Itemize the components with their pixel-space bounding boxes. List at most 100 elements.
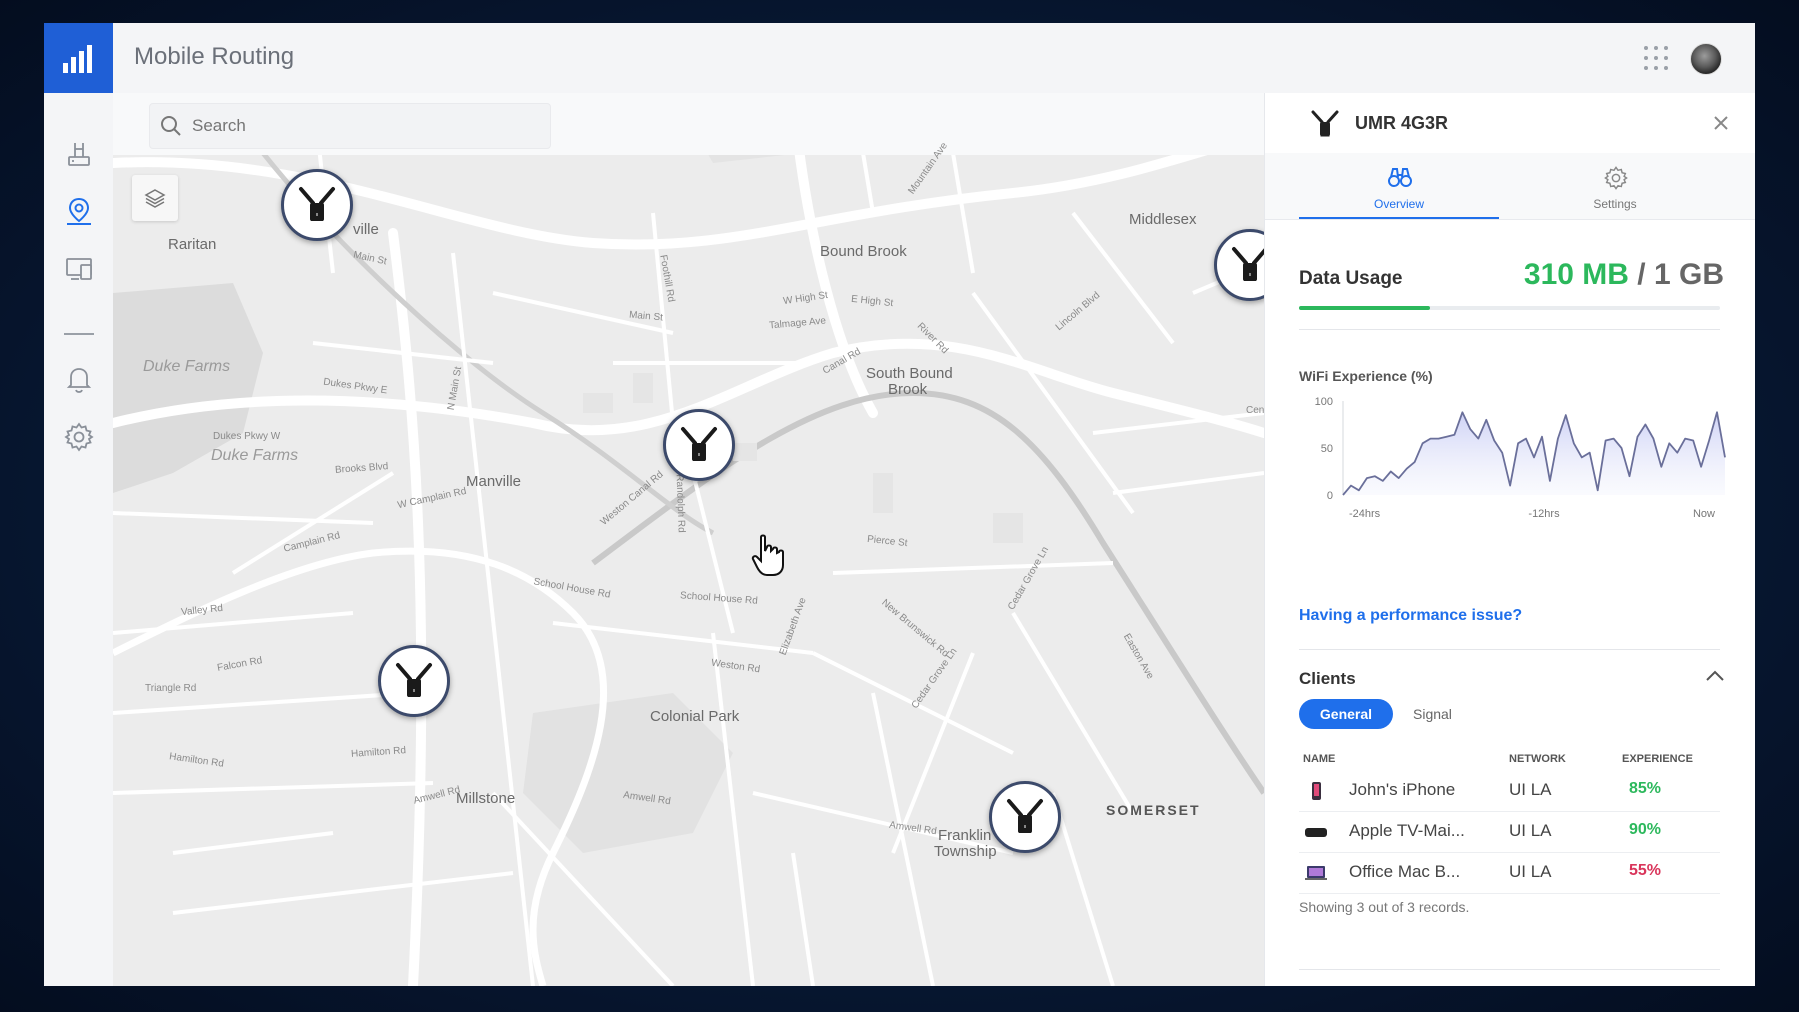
map-label: Triangle Rd [145, 683, 197, 694]
map-label: Raritan [168, 236, 217, 253]
search-bar[interactable] [149, 103, 551, 149]
map-label: Dukes Pkwy W [213, 431, 281, 442]
map-label: Bound Brook [820, 243, 907, 260]
filter-signal-button[interactable]: Signal [1413, 699, 1452, 729]
map-label: Franklin [938, 827, 992, 844]
topology-icon[interactable] [63, 253, 95, 285]
column-header-experience[interactable]: EXPERIENCE [1622, 753, 1693, 765]
y-tick-label: 0 [1327, 490, 1333, 502]
router-icon [396, 663, 432, 697]
data-usage-total: 1 GB [1653, 258, 1724, 291]
top-bar: Mobile Routing [44, 23, 1755, 94]
client-experience: 85% [1629, 780, 1662, 797]
apps-grid-icon[interactable] [1643, 45, 1669, 71]
performance-issue-link[interactable]: Having a performance issue? [1299, 607, 1522, 625]
y-tick-label: 50 [1321, 443, 1333, 455]
sidebar-divider [64, 333, 94, 335]
table-row[interactable]: John's iPhone UI LA 85% [1299, 770, 1720, 812]
x-tick-label: -24hrs [1349, 508, 1381, 520]
map-label: Township [934, 843, 997, 860]
data-usage-fill [1299, 306, 1430, 310]
client-name: Apple TV-Mai... [1349, 821, 1465, 840]
tv-icon [1305, 828, 1327, 837]
tab-settings[interactable]: Settings [1515, 153, 1715, 219]
filter-general-button[interactable]: General [1299, 699, 1393, 729]
data-usage-title: Data Usage [1299, 268, 1403, 289]
x-tick-label: -12hrs [1528, 508, 1560, 520]
search-input[interactable] [190, 115, 534, 137]
clients-title: Clients [1299, 669, 1356, 688]
data-usage-separator: / [1637, 258, 1646, 291]
wifi-experience-title: WiFi Experience (%) [1299, 368, 1433, 384]
panel-header: UMR 4G3R [1265, 93, 1755, 153]
map-label: Cen [1246, 405, 1264, 416]
map-label: Randolph Rd [673, 474, 687, 533]
tab-label: Settings [1593, 197, 1637, 211]
user-avatar[interactable] [1690, 43, 1722, 75]
hand-pointer-icon [751, 534, 784, 576]
layers-icon [144, 189, 166, 208]
chevron-up-icon[interactable] [1705, 669, 1725, 683]
wifi-area-fill [1343, 412, 1725, 495]
map-label: Duke Farms [143, 358, 231, 375]
router-icon [1311, 110, 1339, 137]
client-name: John's iPhone [1349, 780, 1456, 799]
router-marker[interactable] [989, 781, 1061, 853]
router-icon [299, 187, 335, 221]
router-marker-selected[interactable] [663, 409, 735, 481]
router-marker[interactable] [378, 645, 450, 717]
divider [1299, 649, 1720, 650]
router-icon [1232, 247, 1264, 281]
gear-icon[interactable] [63, 421, 95, 453]
binoculars-icon [1388, 168, 1412, 187]
map-view[interactable]: Raritan Middlesex Bound Brook South Boun… [113, 93, 1264, 986]
tab-overview[interactable]: Overview [1299, 153, 1499, 219]
map-label: Middlesex [1129, 211, 1197, 228]
map-label: Duke Farms [211, 447, 299, 464]
bell-icon[interactable] [63, 363, 95, 395]
layers-button[interactable] [132, 175, 178, 221]
column-header-network[interactable]: NETWORK [1509, 753, 1566, 765]
client-experience: 90% [1629, 821, 1662, 838]
laptop-icon [1305, 866, 1327, 880]
gear-icon [1604, 166, 1628, 190]
column-header-name[interactable]: NAME [1303, 753, 1335, 765]
map-label: Manville [466, 473, 522, 490]
phone-icon [1312, 782, 1321, 800]
app-title: Mobile Routing [134, 43, 295, 70]
device-title: UMR 4G3R [1355, 113, 1449, 133]
table-row[interactable]: Apple TV-Mai... UI LA 90% [1299, 811, 1720, 853]
x-tick-label: Now [1693, 508, 1715, 520]
wifi-experience-chart: 0 50 100 -24hrs -12hrs Now [1315, 396, 1726, 520]
data-usage-value: 310 MB / 1 GB [1524, 258, 1724, 292]
y-tick-label: 100 [1315, 396, 1333, 408]
divider [1299, 969, 1720, 970]
app-logo[interactable] [44, 23, 113, 93]
search-icon [161, 116, 181, 136]
map-label: Colonial Park [650, 708, 740, 725]
client-experience: 55% [1629, 862, 1662, 879]
signal-bars-icon [62, 45, 92, 73]
app-window: Mobile Routing Search Raritan Middlesex … [44, 23, 1755, 986]
client-network: UI LA [1509, 780, 1552, 799]
records-count: Showing 3 out of 3 records. [1299, 899, 1470, 915]
device-panel: UMR 4G3R Overview Settings Data Usage 31… [1264, 93, 1755, 986]
map-pin-icon[interactable] [63, 195, 95, 227]
data-usage-used: 310 MB [1523, 258, 1629, 291]
close-icon[interactable] [1711, 113, 1731, 133]
tab-label: Overview [1373, 197, 1424, 211]
client-network: UI LA [1509, 862, 1552, 881]
client-network: UI LA [1509, 821, 1552, 840]
map-label: South Bound [866, 365, 953, 382]
map-label: Millstone [456, 790, 516, 807]
table-row[interactable]: Office Mac B... UI LA 55% [1299, 852, 1720, 894]
map-base [113, 93, 1264, 986]
router-marker[interactable] [281, 169, 353, 241]
router-icon [681, 427, 717, 461]
router-icon [1007, 799, 1043, 833]
map-label: ville [353, 221, 379, 238]
divider [1299, 329, 1720, 330]
devices-icon[interactable] [63, 137, 95, 169]
map-label: Brook [888, 381, 928, 398]
data-usage-bar [1299, 306, 1720, 310]
